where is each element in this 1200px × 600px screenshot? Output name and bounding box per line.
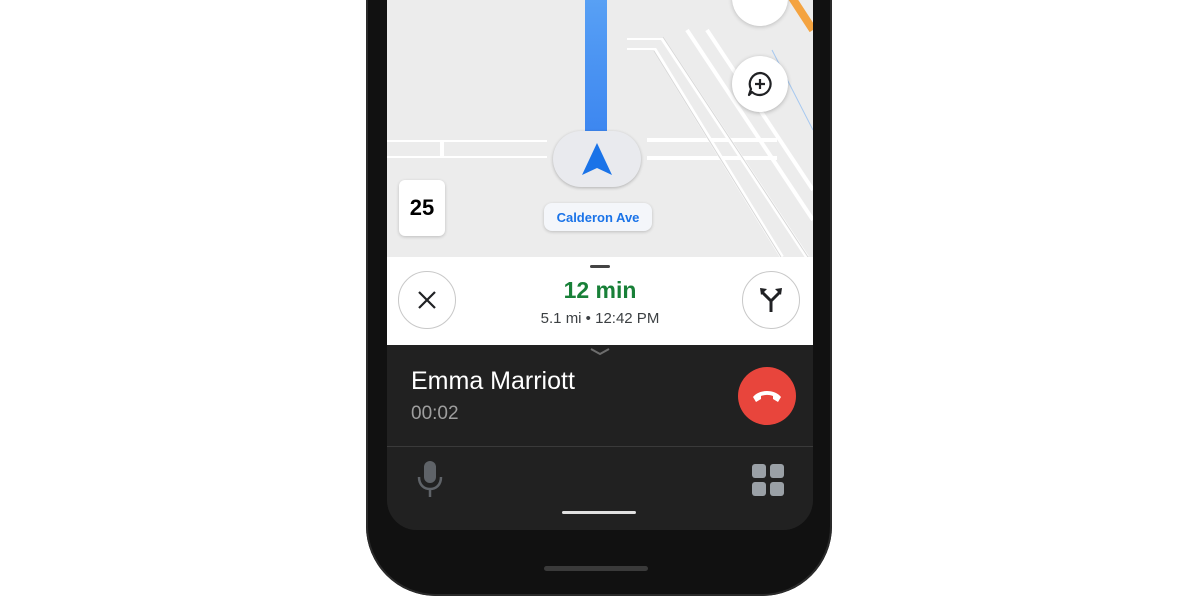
speed-limit-sign: 25 [399, 180, 445, 236]
trip-summary-card[interactable]: 12 min 5.1 mi • 12:42 PM [387, 257, 813, 345]
apps-grid-icon[interactable] [751, 463, 785, 497]
call-duration: 00:02 [411, 403, 459, 424]
navigation-arrow-icon [582, 143, 612, 175]
caller-name: Emma Marriott [411, 367, 575, 395]
alternate-routes-icon [760, 288, 782, 312]
phone-speaker-bar [544, 566, 648, 571]
home-indicator[interactable] [562, 511, 636, 514]
phone-screen: Calderon Ave 25 12 min 5.1 mi • 12:42 PM [387, 0, 813, 530]
add-report-icon [747, 71, 772, 97]
drag-handle[interactable] [590, 265, 610, 268]
end-call-button[interactable] [738, 367, 796, 425]
current-location-marker [553, 131, 641, 187]
street-name-label: Calderon Ave [544, 203, 652, 231]
active-call-panel: Emma Marriott 00:02 [387, 345, 813, 530]
chevron-down-icon[interactable] [589, 347, 611, 357]
call-panel-divider [387, 446, 813, 447]
alternate-routes-button[interactable] [742, 271, 800, 329]
microphone-icon[interactable] [415, 459, 445, 499]
end-call-icon [753, 391, 781, 402]
navigation-map[interactable]: Calderon Ave 25 [387, 0, 813, 257]
route-line [585, 0, 607, 140]
add-report-button[interactable] [732, 56, 788, 112]
